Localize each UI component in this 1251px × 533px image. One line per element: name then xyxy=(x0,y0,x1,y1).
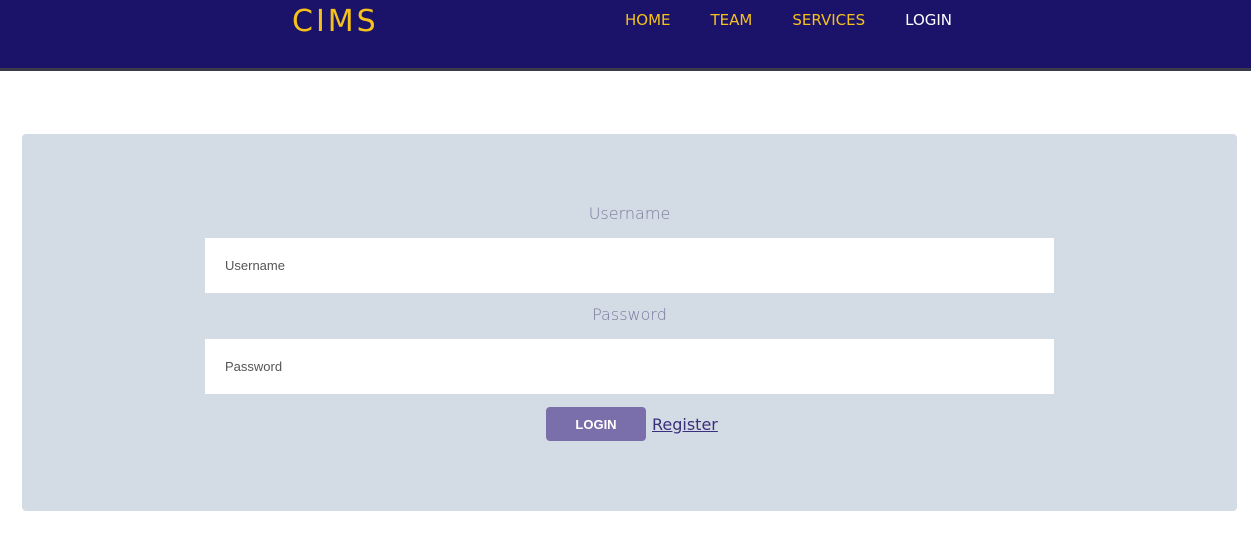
username-input[interactable] xyxy=(205,238,1054,293)
login-button[interactable]: LOGIN xyxy=(546,407,646,441)
top-navbar: CIMS HOME TEAM SERVICES LOGIN xyxy=(0,0,1251,71)
password-label: Password xyxy=(592,305,667,324)
nav-team[interactable]: TEAM xyxy=(711,11,753,29)
brand-logo[interactable]: CIMS xyxy=(292,4,379,39)
password-input[interactable] xyxy=(205,339,1054,394)
login-card: Username Password LOGIN Register xyxy=(22,134,1237,511)
register-link[interactable]: Register xyxy=(652,415,718,434)
main-nav: HOME TEAM SERVICES LOGIN xyxy=(625,11,992,29)
nav-services[interactable]: SERVICES xyxy=(792,11,865,29)
nav-home[interactable]: HOME xyxy=(625,11,671,29)
form-actions: LOGIN Register xyxy=(546,407,718,441)
username-label: Username xyxy=(588,204,671,223)
nav-login[interactable]: LOGIN xyxy=(905,11,952,29)
